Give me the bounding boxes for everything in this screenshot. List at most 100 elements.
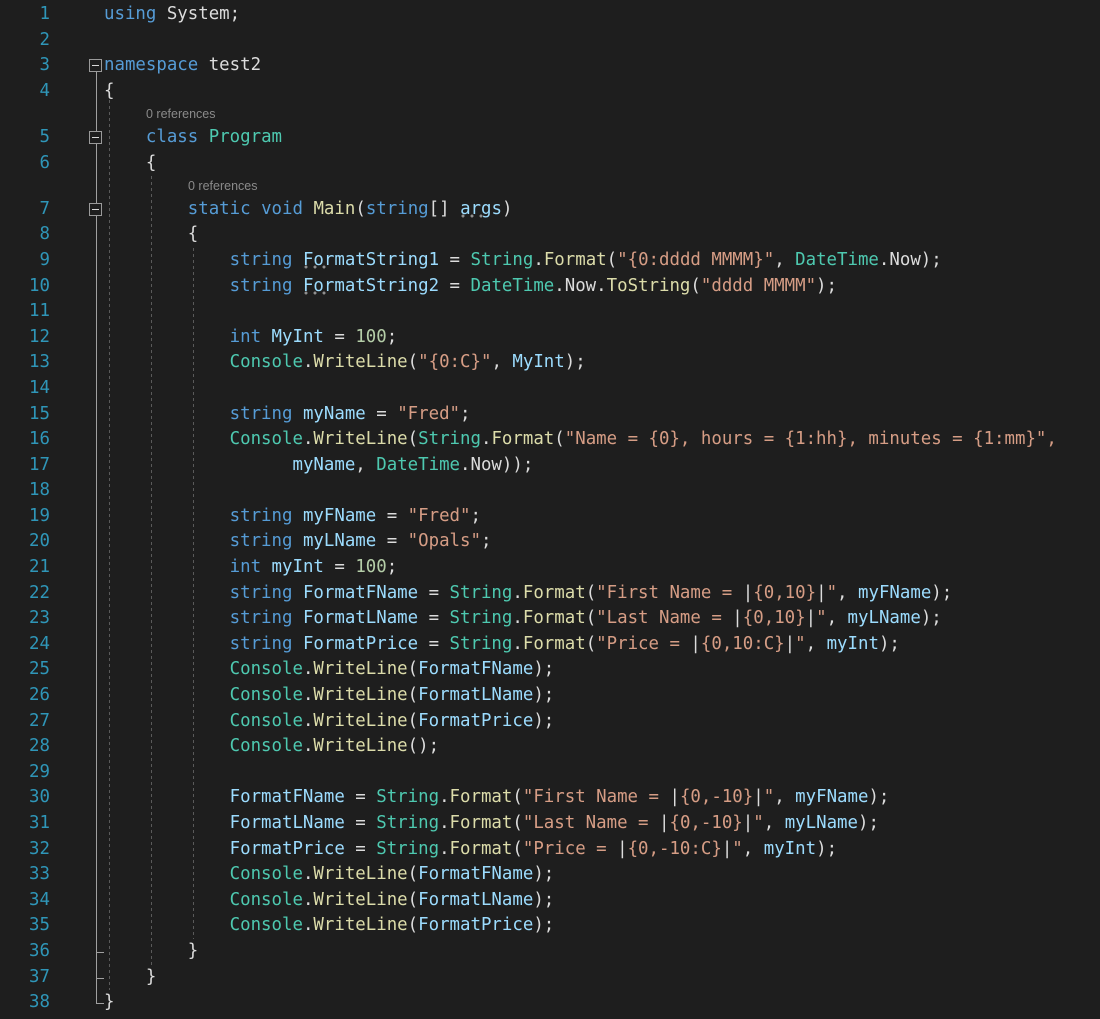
code-line[interactable]: 7 static void Main(string[] args) <box>0 197 1100 223</box>
line-number: 20 <box>0 529 50 555</box>
code-line[interactable]: 19 string myFName = "Fred"; <box>0 504 1100 530</box>
code-line[interactable]: 31 FormatLName = String.Format("Last Nam… <box>0 811 1100 837</box>
code-line[interactable]: 32 FormatPrice = String.Format("Price = … <box>0 837 1100 863</box>
token-w: | <box>669 787 679 807</box>
fold-collapse-button[interactable] <box>89 203 102 216</box>
code-editor[interactable]: 1using System;23namespace test24{ 0 refer… <box>0 0 1100 1019</box>
code-line-text[interactable]: Console.WriteLine(); <box>0 734 1100 760</box>
code-line-text[interactable]: myName, DateTime.Now)); <box>0 453 1100 479</box>
line-number: 31 <box>0 811 50 837</box>
token-t: Console <box>230 711 303 731</box>
code-line[interactable]: 3namespace test2 <box>0 53 1100 79</box>
code-line[interactable]: 24 string FormatPrice = String.Format("P… <box>0 632 1100 658</box>
code-line-text[interactable]: } <box>0 965 1100 991</box>
code-line-text[interactable]: string myLName = "Opals"; <box>0 529 1100 555</box>
token-t: String <box>376 787 439 807</box>
code-line[interactable]: 26 Console.WriteLine(FormatLName); <box>0 683 1100 709</box>
code-line-text[interactable]: FormatPrice = String.Format("Price = |{0… <box>0 837 1100 863</box>
code-line[interactable]: 23 string FormatLName = String.Format("L… <box>0 606 1100 632</box>
fold-collapse-button[interactable] <box>89 59 102 72</box>
code-line-text[interactable]: string myName = "Fred"; <box>0 402 1100 428</box>
code-line[interactable]: 28 Console.WriteLine(); <box>0 734 1100 760</box>
code-line-text[interactable]: Console.WriteLine(FormatFName); <box>0 657 1100 683</box>
token-k: string <box>230 276 293 296</box>
code-line-text[interactable]: Console.WriteLine(String.Format("Name = … <box>0 427 1100 453</box>
code-line[interactable]: 9 string FormatString1 = String.Format("… <box>0 248 1100 274</box>
code-line-text[interactable]: using System; <box>0 2 1100 28</box>
code-line[interactable]: 21 int myInt = 100; <box>0 555 1100 581</box>
code-line[interactable]: 27 Console.WriteLine(FormatPrice); <box>0 709 1100 735</box>
code-line-text[interactable]: Console.WriteLine(FormatFName); <box>0 862 1100 888</box>
code-line[interactable]: 34 Console.WriteLine(FormatLName); <box>0 888 1100 914</box>
code-line-text[interactable]: FormatLName = String.Format("Last Name =… <box>0 811 1100 837</box>
code-line[interactable]: 30 FormatFName = String.Format("First Na… <box>0 785 1100 811</box>
token-p: .Now)); <box>460 455 533 475</box>
code-line[interactable]: 10 string FormatString2 = DateTime.Now.T… <box>0 274 1100 300</box>
code-line-text[interactable]: } <box>0 939 1100 965</box>
code-line-text[interactable]: int myInt = 100; <box>0 555 1100 581</box>
code-line[interactable]: 13 Console.WriteLine("{0:C}", MyInt); <box>0 350 1100 376</box>
token-t: String <box>376 813 439 833</box>
token-p: ; <box>387 327 397 347</box>
code-line-text[interactable]: { <box>0 151 1100 177</box>
token-m: Format <box>523 608 586 628</box>
line-number: 25 <box>0 657 50 683</box>
code-line-text[interactable]: int MyInt = 100; <box>0 325 1100 351</box>
codelens-label[interactable]: 0 references <box>188 179 257 193</box>
line-number: 1 <box>0 2 50 28</box>
code-line[interactable]: 17 myName, DateTime.Now)); <box>0 453 1100 479</box>
code-line[interactable]: 20 string myLName = "Opals"; <box>0 529 1100 555</box>
code-line[interactable]: 37 } <box>0 965 1100 991</box>
codelens-references[interactable]: 0 references <box>0 176 1100 197</box>
token-m: Format <box>523 634 586 654</box>
code-line[interactable]: 4{ <box>0 79 1100 105</box>
code-line[interactable]: 29 <box>0 760 1100 786</box>
code-line-text[interactable]: { <box>0 222 1100 248</box>
token-s: " <box>816 608 826 628</box>
code-line-text[interactable]: FormatFName = String.Format("First Name … <box>0 785 1100 811</box>
fold-collapse-button[interactable] <box>89 131 102 144</box>
code-line-text[interactable]: string FormatString2 = DateTime.Now.ToSt… <box>0 274 1100 300</box>
code-line[interactable]: 2 <box>0 28 1100 54</box>
line-number: 33 <box>0 862 50 888</box>
codelens-references[interactable]: 0 references <box>0 104 1100 125</box>
code-line[interactable]: 16 Console.WriteLine(String.Format("Name… <box>0 427 1100 453</box>
code-line-text[interactable]: namespace test2 <box>0 53 1100 79</box>
code-line[interactable]: 5 class Program <box>0 125 1100 151</box>
code-line-text[interactable]: string myFName = "Fred"; <box>0 504 1100 530</box>
code-line[interactable]: 6 { <box>0 151 1100 177</box>
code-line[interactable]: 18 <box>0 478 1100 504</box>
code-line[interactable]: 8 { <box>0 222 1100 248</box>
code-line[interactable]: 38} <box>0 990 1100 1016</box>
token-t: String <box>418 429 481 449</box>
code-line[interactable]: 14 <box>0 376 1100 402</box>
code-line-text[interactable]: Console.WriteLine(FormatLName); <box>0 683 1100 709</box>
codelens-label[interactable]: 0 references <box>146 107 215 121</box>
code-line[interactable]: 1using System; <box>0 2 1100 28</box>
code-line[interactable]: 33 Console.WriteLine(FormatFName); <box>0 862 1100 888</box>
code-line-text[interactable]: Console.WriteLine(FormatPrice); <box>0 913 1100 939</box>
code-line-text[interactable]: static void Main(string[] args) <box>0 197 1100 223</box>
code-line-text[interactable]: Console.WriteLine(FormatLName); <box>0 888 1100 914</box>
code-line-text[interactable]: Console.WriteLine("{0:C}", MyInt); <box>0 350 1100 376</box>
code-line-text[interactable]: class Program <box>0 125 1100 151</box>
code-line[interactable]: 22 string FormatFName = String.Format("F… <box>0 581 1100 607</box>
token-p: , <box>774 250 795 270</box>
code-line-text[interactable]: string FormatString1 = String.Format("{0… <box>0 248 1100 274</box>
code-line-text[interactable]: Console.WriteLine(FormatPrice); <box>0 709 1100 735</box>
code-line[interactable]: 35 Console.WriteLine(FormatPrice); <box>0 913 1100 939</box>
code-line-text[interactable]: { <box>0 79 1100 105</box>
token-v: MyInt <box>512 352 564 372</box>
code-line-text[interactable]: string FormatLName = String.Format("Last… <box>0 606 1100 632</box>
code-line-text[interactable]: string FormatPrice = String.Format("Pric… <box>0 632 1100 658</box>
token-p: ( <box>512 813 522 833</box>
token-v: FormatPrice <box>418 711 533 731</box>
code-line[interactable]: 15 string myName = "Fred"; <box>0 402 1100 428</box>
token-p: ; <box>481 531 491 551</box>
code-line[interactable]: 11 <box>0 299 1100 325</box>
code-line[interactable]: 12 int MyInt = 100; <box>0 325 1100 351</box>
code-line-text[interactable]: } <box>0 990 1100 1016</box>
code-line[interactable]: 25 Console.WriteLine(FormatFName); <box>0 657 1100 683</box>
code-line-text[interactable]: string FormatFName = String.Format("Firs… <box>0 581 1100 607</box>
code-line[interactable]: 36 } <box>0 939 1100 965</box>
